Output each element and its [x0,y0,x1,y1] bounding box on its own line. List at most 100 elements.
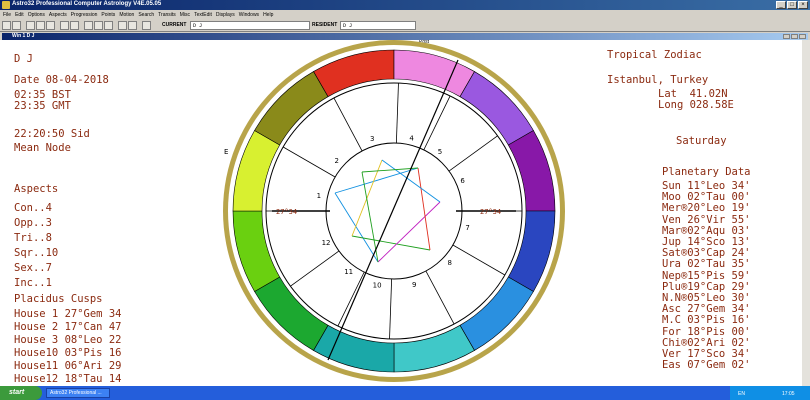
current-label: CURRENT [162,22,187,28]
menu-item[interactable]: Displays [216,12,235,18]
planet-position: Ura 02°Tau 35' [662,258,751,271]
house-number: 8 [447,259,451,267]
menu-item[interactable]: Edit [15,12,24,18]
aspects-title: Aspects [14,183,59,195]
back-button[interactable] [60,21,69,30]
vertical-scrollbar[interactable] [802,40,810,386]
settings-button[interactable] [142,21,151,30]
chart-date: Date 08-04-2018 [14,74,109,86]
menu-item[interactable]: Search [138,12,154,18]
zodiac-sign-segment [459,276,534,351]
zodiac-sign-segment [254,71,329,146]
house-cusp-line [282,146,336,178]
child-maximize-button[interactable] [791,34,798,39]
house-cusp: House 1 27°Gem 34 [14,308,122,320]
zodiac-sign-segment [507,210,556,292]
resident-label: RESIDENT [312,22,338,28]
mc-ic-axis [327,59,459,361]
menu-item[interactable]: Options [28,12,45,18]
aspect-count: Sex..7 [14,262,52,274]
menu-item[interactable]: Aspects [49,12,67,18]
window-title: Astro32 Professional Computer Astrology … [12,1,162,7]
maximize-button[interactable]: □ [787,1,797,9]
aspects-button[interactable] [46,21,55,30]
house-number: 1 [317,192,321,200]
wheel-outer-rim [223,40,565,382]
menu-item[interactable]: File [3,12,11,18]
menu-item[interactable]: Progression [71,12,98,18]
aspect-line [361,171,379,263]
new-chart-button[interactable] [2,21,11,30]
child-close-button[interactable] [799,34,806,39]
house-cusp-line [389,278,393,339]
current-field[interactable]: D J [190,21,310,30]
menu-item[interactable]: Motion [119,12,134,18]
house-cusp: House 2 17°Can 47 [14,321,122,333]
text-button[interactable] [118,21,127,30]
asc-degree-label: 27°34 [276,208,297,216]
minimize-button[interactable]: _ [776,1,786,9]
planet-position: Eas 07°Gem 02' [662,359,751,372]
child-window-title: Win 1 D J [2,33,808,40]
aspect-count: Tri..8 [14,232,52,244]
cusps-title: Placidus Cusps [14,293,103,305]
weekday: Saturday [676,135,727,147]
title-bar: Astro32 Professional Computer Astrology … [0,0,810,10]
wheel-button[interactable] [26,21,35,30]
house-cusp-line [290,250,340,287]
menu-item[interactable]: Misc [180,12,190,18]
house-number: 4 [409,134,414,142]
menu-item[interactable]: TextEdit [194,12,212,18]
print-button[interactable] [94,21,103,30]
house-number: 2 [335,157,339,165]
prev-button[interactable] [84,21,93,30]
aspect-count: Inc..1 [14,277,52,289]
longitude: Long 028.58E [658,99,734,111]
aspect-line [334,167,419,194]
chart-name: D J [14,53,33,65]
chart-time-gmt: 23:35 GMT [14,100,71,112]
house-number: 3 [370,135,374,143]
east-label: E [224,148,228,156]
dsc-degree-label: 27°34 [480,208,501,216]
zodiac-sign-segment [459,71,534,146]
taskbar [0,386,810,400]
copy-button[interactable] [104,21,113,30]
sidereal-time: 22:20:50 Sid [14,128,90,140]
zodiac-sign-segment [393,49,475,98]
aspect-circle [325,142,463,280]
house-cusp-line [423,95,451,151]
house-cusp-line [337,271,365,327]
house-cusp-line [395,83,399,144]
menu-bar: File Edit Options Aspects Progression Points M… [0,10,810,20]
planet-position: M.C 03°Pis 16' [662,314,751,327]
aspect-line [361,167,419,173]
house-cusp: House12 18°Tau 14 [14,373,122,385]
aspect-line [417,167,431,251]
aspect-line [351,159,383,237]
house-number: 6 [460,177,465,185]
child-minimize-button[interactable] [783,34,790,39]
start-button[interactable]: start [0,386,42,400]
menu-item[interactable]: Windows [239,12,259,18]
house-cusp: House 3 08°Leo 22 [14,334,122,346]
house-cusp-line [333,97,363,152]
grid-button[interactable] [36,21,45,30]
forward-button[interactable] [70,21,79,30]
resident-field[interactable]: D J [340,21,416,30]
clock: 17:05 [782,391,795,397]
help-button[interactable] [128,21,137,30]
system-tray: EN 17:05 [730,386,810,400]
planetary-data-title: Planetary Data [662,166,751,178]
menu-item[interactable]: Help [263,12,273,18]
taskbar-app-button[interactable]: Astro32 Professional ... [46,388,110,398]
aspect-line [351,235,431,251]
menu-item[interactable]: Transits [158,12,176,18]
child-window-controls [783,34,806,39]
house-cusp-line [425,270,455,325]
menu-item[interactable]: Points [101,12,115,18]
language-indicator: EN [738,391,745,397]
aspect-count: Opp..3 [14,217,52,229]
close-button[interactable]: × [798,1,808,9]
open-chart-button[interactable] [12,21,21,30]
